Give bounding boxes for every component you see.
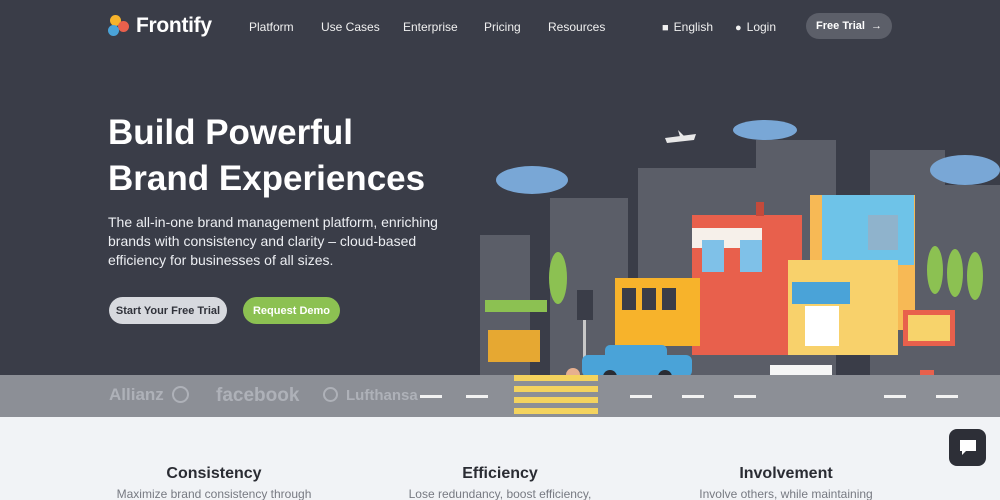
nav-item-enterprise[interactable]: Enterprise bbox=[403, 20, 458, 34]
user-icon: ● bbox=[735, 22, 742, 34]
client-allianz-label: Allianz bbox=[109, 385, 164, 404]
feature-title: Consistency bbox=[166, 465, 262, 482]
allianz-emblem-icon bbox=[171, 386, 189, 403]
crosswalk bbox=[514, 375, 598, 417]
frontify-logo-icon bbox=[108, 15, 130, 37]
client-logo-allianz: Allianz bbox=[109, 385, 189, 405]
lufthansa-crane-icon bbox=[323, 387, 338, 402]
nav-item-platform[interactable]: Platform bbox=[249, 20, 294, 34]
feature-text: Involve others, while maintaining bbox=[699, 487, 873, 500]
feature-text: Lose redundancy, boost efficiency, bbox=[408, 487, 592, 500]
free-trial-label: Free Trial bbox=[816, 20, 865, 32]
frontify-logo[interactable]: Frontify bbox=[108, 14, 212, 38]
headline-line-1: Build Powerful bbox=[108, 113, 353, 152]
login-link[interactable]: ● Login bbox=[735, 20, 776, 34]
request-demo-button[interactable]: Request Demo bbox=[243, 297, 340, 324]
nav-item-pricing[interactable]: Pricing bbox=[484, 20, 521, 34]
chat-bubble-icon: ■ bbox=[662, 22, 669, 34]
client-lufthansa-label: Lufthansa bbox=[346, 387, 418, 404]
city-illustration bbox=[480, 120, 1000, 375]
headline-line-2: Brand Experiences bbox=[108, 159, 426, 198]
feature-consistency: Consistency Maximize brand consistency t… bbox=[84, 465, 344, 500]
nav-item-resources[interactable]: Resources bbox=[548, 20, 605, 34]
arrow-right-icon: → bbox=[870, 20, 882, 32]
language-label: English bbox=[673, 20, 714, 34]
feature-involvement: Involvement Involve others, while mainta… bbox=[656, 465, 916, 500]
feature-efficiency: Efficiency Lose redundancy, boost effici… bbox=[370, 465, 630, 500]
login-label: Login bbox=[746, 20, 777, 34]
free-trial-button[interactable]: Free Trial → bbox=[806, 13, 892, 39]
chat-widget-button[interactable] bbox=[949, 429, 986, 466]
language-selector[interactable]: ■ English bbox=[662, 20, 713, 34]
client-logo-lufthansa: Lufthansa bbox=[323, 387, 418, 404]
hero-subtext: The all-in-one brand management platform… bbox=[108, 214, 438, 268]
nav-item-use-cases[interactable]: Use Cases bbox=[321, 20, 380, 34]
start-free-trial-button[interactable]: Start Your Free Trial bbox=[109, 297, 227, 324]
hero-headline: Build Powerful Brand Experiences bbox=[108, 110, 488, 202]
feature-text: Maximize brand consistency through bbox=[116, 487, 312, 500]
chat-icon bbox=[959, 440, 976, 455]
client-logo-facebook: facebook bbox=[216, 385, 300, 406]
feature-title: Efficiency bbox=[462, 465, 538, 482]
brand-name: Frontify bbox=[136, 14, 212, 37]
feature-title: Involvement bbox=[739, 465, 833, 482]
